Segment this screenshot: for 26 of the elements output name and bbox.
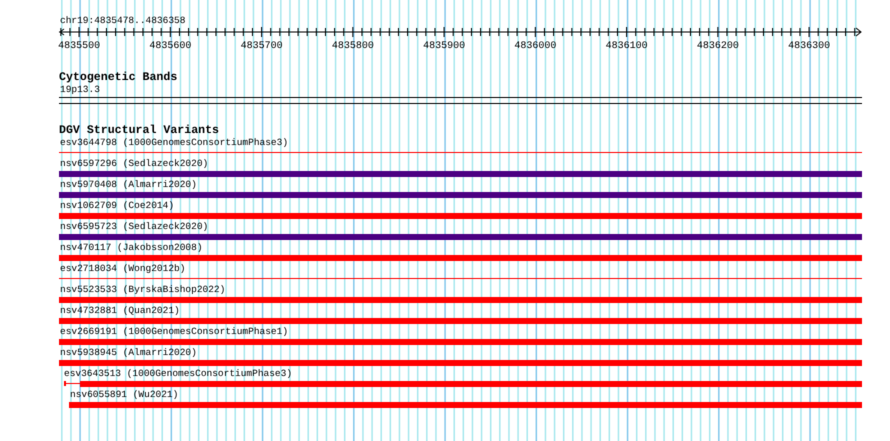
variant-label: nsv5523533 (ByrskaBishop2022) — [60, 284, 226, 296]
variant-label: esv2718034 (Wong2012b) — [60, 263, 186, 275]
variant-label: nsv5938945 (Almarri2020) — [60, 347, 198, 359]
variant-label: nsv6597296 (Sedlazeck2020) — [60, 158, 210, 170]
variant-label: esv2669191 (1000GenomesConsortiumPhase1) — [60, 326, 290, 338]
tick-label: 4835500 — [58, 41, 100, 51]
tick-label: 4836100 — [606, 41, 648, 51]
tick-label: 4836200 — [696, 41, 739, 51]
variant-label: nsv6595723 (Sedlazeck2020) — [60, 221, 210, 233]
variant-label: nsv6055891 (Wu2021) — [70, 389, 180, 401]
chromosome-range: chr19:4835478..4836358 — [60, 15, 186, 27]
track-title: DGV Structural Variants — [59, 124, 220, 137]
variant-label: esv3643513 (1000GenomesConsortiumPhase3) — [64, 368, 294, 380]
band-label: 19p13.3 — [60, 84, 101, 96]
tick-label: 4835600 — [149, 41, 192, 51]
variant-label: nsv470117 (Jakobsson2008) — [60, 242, 204, 254]
tick-label: 4835800 — [332, 41, 374, 51]
variant-label: esv3644798 (1000GenomesConsortiumPhase3) — [60, 137, 290, 149]
variant-label: nsv5970408 (Almarri2020) — [60, 179, 198, 191]
variant-label: nsv4732881 (Quan2021) — [60, 305, 181, 317]
tick-label: 4835700 — [240, 41, 283, 51]
tick-label: 4836300 — [788, 41, 830, 51]
track-title: Cytogenetic Bands — [59, 71, 178, 84]
tick-label: 4835900 — [423, 41, 466, 51]
variant-label: nsv1062709 (Coe2014) — [60, 200, 176, 212]
tick-label: 4836000 — [514, 41, 556, 51]
